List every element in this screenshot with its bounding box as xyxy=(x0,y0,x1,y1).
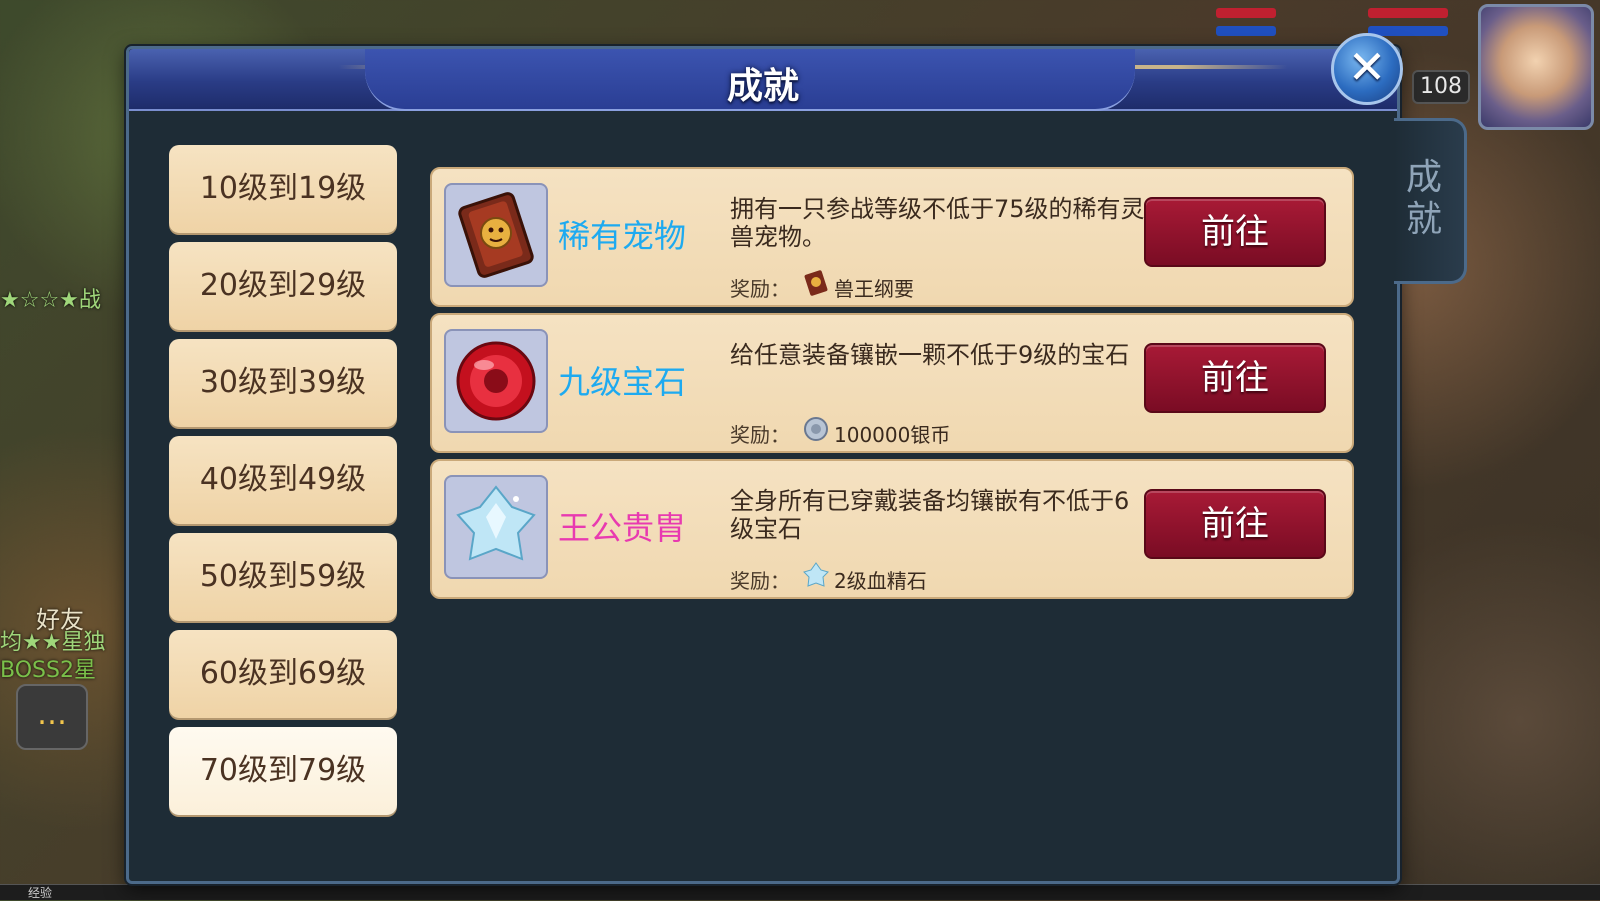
player-level: 108 xyxy=(1412,70,1470,104)
silver-coin-icon xyxy=(802,415,830,443)
crystal-icon xyxy=(802,561,830,589)
reward-text: 100000银币 xyxy=(834,423,951,447)
reward-text: 2级血精石 xyxy=(834,569,927,593)
reward-label: 奖励： xyxy=(730,569,790,593)
achievement-card: 九级宝石 给任意装备镶嵌一颗不低于9级的宝石 奖励： 100000银币 前往 xyxy=(430,313,1354,453)
range-tab[interactable]: 60级到69级 xyxy=(169,630,397,718)
range-tab[interactable]: 30级到39级 xyxy=(169,339,397,427)
dialog-title: 成就 xyxy=(726,66,799,107)
range-tab[interactable]: 20级到29级 xyxy=(169,242,397,330)
go-button[interactable]: 前往 xyxy=(1144,197,1326,267)
side-tab-label: 成就 xyxy=(1405,157,1442,240)
range-tab[interactable]: 40级到49级 xyxy=(169,436,397,524)
exp-bar: 经验 xyxy=(0,884,1600,900)
achievement-description: 拥有一只参战等级不低于75级的稀有灵兽宠物。 xyxy=(730,195,1145,251)
pet-mp-bar xyxy=(1216,26,1276,36)
friend-label[interactable]: 好友 xyxy=(10,600,110,635)
range-tab[interactable]: 10级到19级 xyxy=(169,145,397,233)
reward-text: 兽王纲要 xyxy=(834,277,914,301)
pet-hp-bar xyxy=(1216,8,1276,18)
achievement-description: 全身所有已穿戴装备均镶嵌有不低于6级宝石 xyxy=(730,487,1130,543)
side-tab-achievement[interactable]: 成就 xyxy=(1394,118,1467,284)
achievement-name: 王公贵胄 xyxy=(558,509,687,547)
reward-label: 奖励： xyxy=(730,423,790,447)
range-tab-active[interactable]: 70级到79级 xyxy=(169,727,397,815)
go-button[interactable]: 前往 xyxy=(1144,343,1326,413)
range-tab[interactable]: 50级到59级 xyxy=(169,533,397,621)
hp-bar xyxy=(1368,8,1448,18)
chat-icon[interactable]: … xyxy=(16,684,88,750)
blood-crystal-icon xyxy=(444,475,548,579)
achievement-name: 九级宝石 xyxy=(558,363,687,401)
achievement-dialog: 成就 ✕ 10级到19级 20级到29级 30级到39级 40级到49级 50级… xyxy=(126,33,1403,884)
side-quest-text: BOSS2星 xyxy=(0,658,96,683)
dialog-header: 成就 xyxy=(129,49,1397,111)
reward-label: 奖励： xyxy=(730,277,790,301)
go-button[interactable]: 前往 xyxy=(1144,489,1326,559)
player-portrait[interactable] xyxy=(1478,4,1594,130)
side-quest-text: ★☆☆★战 xyxy=(0,288,101,313)
achievement-description: 给任意装备镶嵌一颗不低于9级的宝石 xyxy=(730,341,1130,369)
achievement-card: 稀有宠物 拥有一只参战等级不低于75级的稀有灵兽宠物。 奖励： 兽王纲要 前往 xyxy=(430,167,1354,307)
beast-king-book-icon xyxy=(444,183,548,287)
achievement-name: 稀有宠物 xyxy=(558,217,687,255)
red-gem-icon xyxy=(444,329,548,433)
book-icon xyxy=(802,269,830,297)
close-button[interactable]: ✕ xyxy=(1331,33,1403,105)
achievement-card: 王公贵胄 全身所有已穿戴装备均镶嵌有不低于6级宝石 奖励： 2级血精石 前往 xyxy=(430,459,1354,599)
